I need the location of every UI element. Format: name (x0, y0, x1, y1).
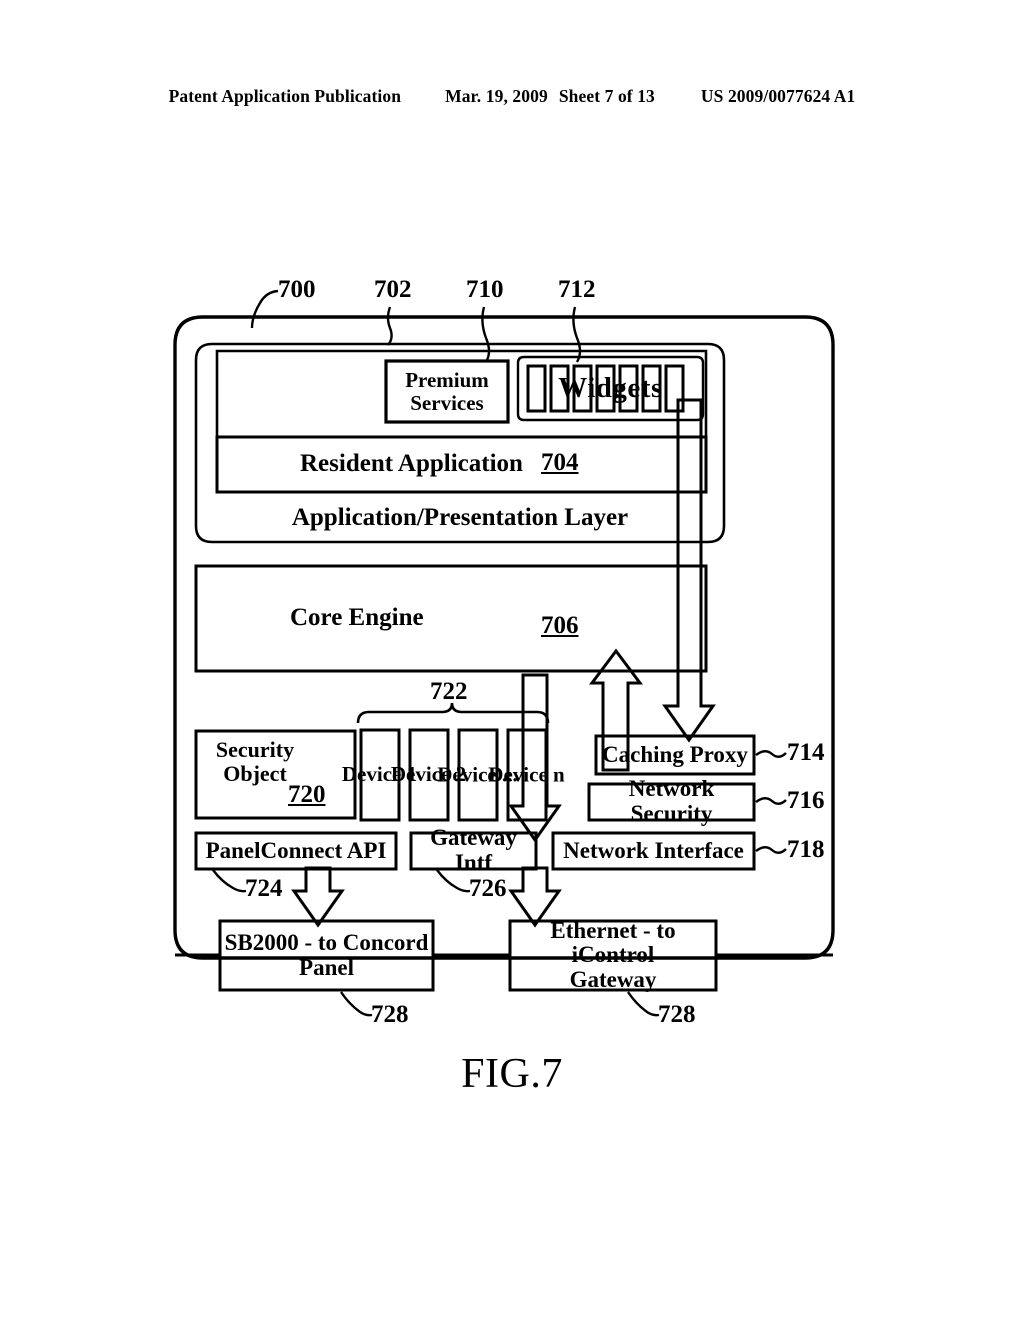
refnum-714: 714 (787, 739, 825, 766)
security-object-line-2: Object (223, 761, 287, 786)
refnum-720: 720 (288, 781, 326, 808)
refnum-728-ethernet: 728 (658, 1001, 696, 1028)
refnum-726: 726 (469, 875, 507, 902)
application-presentation-layer-label: Application/Presentation Layer (291, 503, 629, 531)
gateway-intf-label: Gateway Intf (430, 825, 517, 875)
refnum-704: 704 (541, 449, 579, 476)
ethernet-label: Ethernet - to iControl Gateway (510, 917, 716, 992)
sb2000-line-1: SB2000 - to Concord (224, 929, 429, 955)
figure-caption: FIG.7 (461, 1051, 563, 1097)
refnum-702: 702 (374, 276, 412, 303)
leader-724 (212, 869, 247, 893)
caching-proxy-label: Caching Proxy (602, 741, 748, 767)
ethernet-line-1: Ethernet - to iControl (550, 917, 676, 968)
refnum-706: 706 (541, 612, 579, 639)
refnum-728-sb2000: 728 (371, 1001, 409, 1028)
leader-728-ethernet (627, 991, 660, 1017)
widgets-label: Widgets (558, 372, 663, 405)
arrow-gateway-to-ethernet (508, 866, 562, 928)
leader-718 (755, 846, 787, 854)
network-interface-label: Network Interface (563, 837, 744, 863)
premium-services-label: Premium Services (386, 361, 508, 422)
refnum-710: 710 (466, 276, 504, 303)
premium-services-line-2: Services (410, 390, 484, 415)
sb2000-line-2: Panel (299, 954, 354, 980)
security-object-line-1: Security (215, 737, 295, 763)
leader-712 (572, 306, 582, 363)
panelconnect-api-label: PanelConnect API (205, 837, 387, 863)
core-engine-label: Core Engine (290, 604, 424, 632)
ethernet-line-2: Gateway (569, 966, 657, 992)
patent-figure-7: 700 702 710 712 Premium Services Widgets… (0, 0, 1024, 1320)
leader-728-sb2000 (340, 991, 373, 1017)
refnum-712: 712 (558, 276, 596, 303)
refnum-716: 716 (787, 787, 825, 814)
leader-710 (481, 306, 491, 363)
sb2000-label: SB2000 - to Concord Panel (220, 921, 433, 990)
refnum-718: 718 (787, 836, 825, 863)
premium-services-line-1: Premium (405, 368, 489, 393)
leader-714 (755, 750, 787, 758)
leader-716 (755, 797, 787, 805)
leader-700 (250, 289, 279, 329)
refnum-724: 724 (245, 875, 283, 902)
network-security-label: Network Security (628, 776, 715, 826)
refnum-700: 700 (278, 276, 316, 303)
leader-702 (386, 306, 393, 346)
arrow-panelconnect-to-sb2000 (291, 866, 345, 928)
